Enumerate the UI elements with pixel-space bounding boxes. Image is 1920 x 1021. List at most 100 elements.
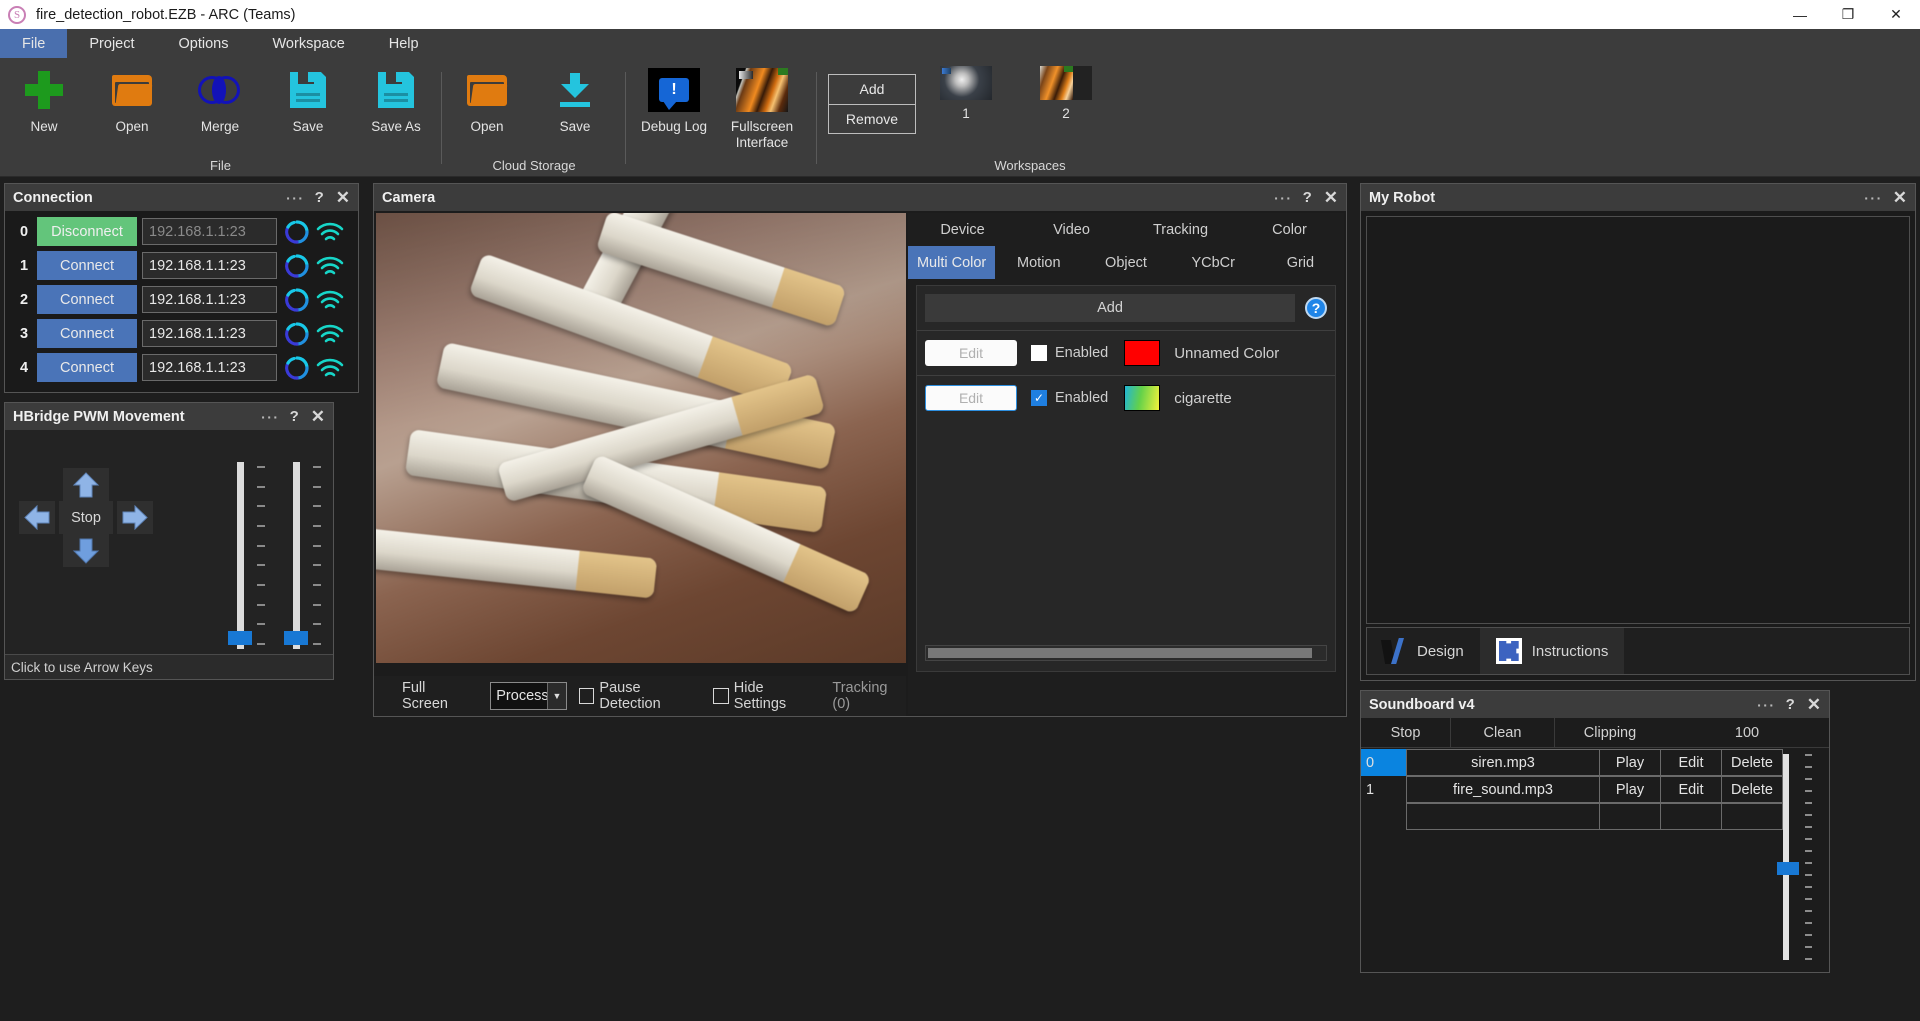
play-button[interactable]: Play	[1599, 749, 1661, 776]
edit-button[interactable]	[1660, 803, 1722, 830]
tab-motion[interactable]: Motion	[995, 246, 1082, 279]
panel-close-icon[interactable]: ✕	[336, 188, 350, 208]
connection-connect-button-3[interactable]: Connect	[37, 319, 137, 348]
refresh-icon[interactable]	[283, 320, 311, 348]
tab-tracking[interactable]: Tracking	[1126, 213, 1235, 246]
panel-menu-icon[interactable]: ···	[1757, 697, 1776, 713]
open-button[interactable]: Open	[88, 66, 176, 135]
debug-log-button[interactable]: ! Debug Log	[630, 66, 718, 135]
row-index[interactable]	[1361, 803, 1407, 830]
connection-connect-button-1[interactable]: Connect	[37, 251, 137, 280]
arrow-keys-hint[interactable]: Click to use Arrow Keys	[5, 654, 333, 679]
edit-color-button[interactable]: Edit	[925, 385, 1017, 411]
color-enabled-checkbox[interactable]: ✓	[1031, 390, 1047, 406]
panel-menu-icon[interactable]: ···	[1274, 190, 1293, 206]
wifi-icon[interactable]	[315, 287, 345, 313]
cloud-open-button[interactable]: Open	[443, 66, 531, 135]
move-up-button[interactable]	[63, 468, 109, 501]
close-window-button[interactable]: ✕	[1872, 0, 1920, 29]
minimize-button[interactable]: —	[1776, 0, 1824, 29]
new-button[interactable]: New	[0, 66, 88, 135]
row-index[interactable]: 1	[1361, 776, 1407, 803]
left-speed-slider[interactable]	[223, 462, 269, 649]
move-right-button[interactable]	[117, 501, 153, 534]
tab-instructions[interactable]: Instructions	[1480, 628, 1625, 674]
hide-settings-checkbox[interactable]	[713, 688, 728, 704]
slider-knob[interactable]	[1777, 862, 1799, 875]
slider-knob[interactable]	[284, 631, 308, 645]
soundboard-clean-button[interactable]: Clean	[1451, 718, 1555, 747]
wifi-icon[interactable]	[315, 253, 345, 279]
connection-disconnect-button-0[interactable]: Disconnect	[37, 217, 137, 246]
wifi-icon[interactable]	[315, 355, 345, 381]
color-swatch[interactable]	[1124, 385, 1160, 411]
play-button[interactable]	[1599, 803, 1661, 830]
edit-button[interactable]: Edit	[1660, 776, 1722, 803]
connection-address-4[interactable]: 192.168.1.1:23	[142, 354, 277, 381]
tab-grid[interactable]: Grid	[1257, 246, 1344, 279]
panel-close-icon[interactable]: ✕	[1893, 188, 1907, 208]
panel-help-icon[interactable]: ?	[290, 408, 299, 425]
question-circle-icon[interactable]: ?	[1305, 297, 1327, 319]
panel-close-icon[interactable]: ✕	[1324, 188, 1338, 208]
right-speed-slider[interactable]	[279, 462, 325, 649]
workspace-item-2[interactable]: 2	[1016, 66, 1116, 121]
soundboard-volume-slider[interactable]	[1781, 754, 1821, 960]
panel-menu-icon[interactable]: ···	[1864, 190, 1883, 206]
save-button[interactable]: Save	[264, 66, 352, 135]
sound-filename[interactable]: fire_sound.mp3	[1406, 776, 1600, 803]
delete-button[interactable]: Delete	[1721, 749, 1783, 776]
slider-knob[interactable]	[228, 631, 252, 645]
sound-filename[interactable]	[1406, 803, 1600, 830]
connection-address-0[interactable]: 192.168.1.1:23	[142, 218, 277, 245]
connection-address-3[interactable]: 192.168.1.1:23	[142, 320, 277, 347]
camera-mode-select[interactable]: Processed ▼	[490, 682, 567, 710]
panel-menu-icon[interactable]: ···	[286, 190, 305, 206]
menu-item-project[interactable]: Project	[67, 29, 156, 58]
panel-help-icon[interactable]: ?	[1786, 696, 1795, 713]
connection-address-2[interactable]: 192.168.1.1:23	[142, 286, 277, 313]
panel-close-icon[interactable]: ✕	[1807, 695, 1821, 715]
connection-address-1[interactable]: 192.168.1.1:23	[142, 252, 277, 279]
stop-button[interactable]: Stop	[59, 501, 113, 534]
tab-video[interactable]: Video	[1017, 213, 1126, 246]
cloud-save-button[interactable]: Save	[531, 66, 619, 135]
color-swatch[interactable]	[1124, 340, 1160, 366]
edit-button[interactable]: Edit	[1660, 749, 1722, 776]
workspace-add-button[interactable]: Add	[829, 75, 915, 105]
camera-video-feed[interactable]	[376, 213, 906, 663]
panel-close-icon[interactable]: ✕	[311, 407, 325, 427]
tab-multi-color[interactable]: Multi Color	[908, 246, 995, 279]
menu-item-workspace[interactable]: Workspace	[251, 29, 367, 58]
wifi-icon[interactable]	[315, 321, 345, 347]
tab-object[interactable]: Object	[1082, 246, 1169, 279]
menu-item-help[interactable]: Help	[367, 29, 441, 58]
pause-detection-checkbox[interactable]	[579, 688, 594, 704]
add-color-button[interactable]: Add	[925, 294, 1295, 322]
tab-ycbcr[interactable]: YCbCr	[1170, 246, 1257, 279]
tab-device[interactable]: Device	[908, 213, 1017, 246]
save-as-button[interactable]: Save As	[352, 66, 440, 135]
refresh-icon[interactable]	[283, 286, 311, 314]
menu-item-options[interactable]: Options	[157, 29, 251, 58]
panel-help-icon[interactable]: ?	[315, 189, 324, 206]
full-screen-button[interactable]: Full Screen	[402, 680, 472, 712]
row-index[interactable]: 0	[1361, 749, 1407, 776]
wifi-icon[interactable]	[315, 219, 345, 245]
color-enabled-checkbox[interactable]	[1031, 345, 1047, 361]
delete-button[interactable]	[1721, 803, 1783, 830]
maximize-button[interactable]: ❐	[1824, 0, 1872, 29]
sound-filename[interactable]: siren.mp3	[1406, 749, 1600, 776]
delete-button[interactable]: Delete	[1721, 776, 1783, 803]
workspace-remove-button[interactable]: Remove	[829, 105, 915, 134]
play-button[interactable]: Play	[1599, 776, 1661, 803]
refresh-icon[interactable]	[283, 252, 311, 280]
merge-button[interactable]: Merge	[176, 66, 264, 135]
horizontal-scrollbar[interactable]	[925, 645, 1327, 661]
edit-color-button[interactable]: Edit	[925, 340, 1017, 366]
chevron-down-icon[interactable]: ▼	[547, 683, 566, 709]
panel-menu-icon[interactable]: ···	[261, 409, 280, 425]
refresh-icon[interactable]	[283, 218, 311, 246]
move-left-button[interactable]	[19, 501, 55, 534]
refresh-icon[interactable]	[283, 354, 311, 382]
